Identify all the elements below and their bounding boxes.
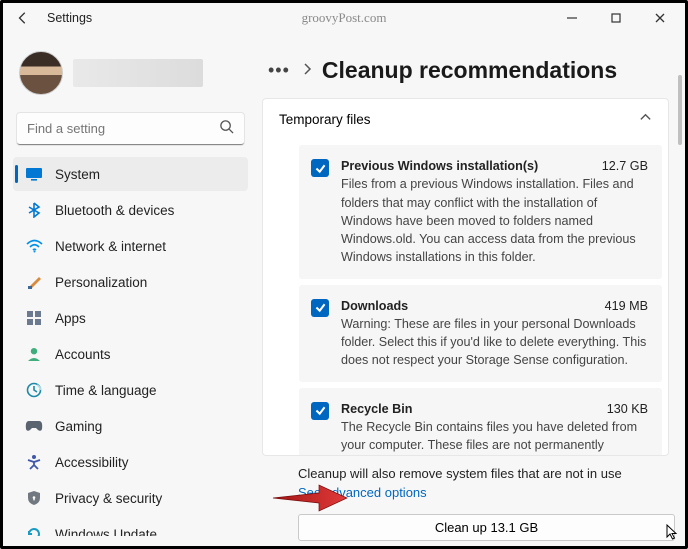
apps-icon	[25, 309, 43, 327]
avatar	[19, 51, 63, 95]
sidebar-item-label: Accounts	[55, 347, 111, 362]
maximize-button[interactable]	[599, 6, 633, 30]
chevron-up-icon	[639, 111, 652, 127]
sidebar-item-label: Bluetooth & devices	[55, 203, 174, 218]
search-input[interactable]	[17, 113, 244, 145]
page-header: ••• Cleanup recommendations	[258, 39, 675, 98]
page-title: Cleanup recommendations	[322, 57, 617, 84]
panel-title: Temporary files	[279, 112, 371, 127]
sidebar-item-label: Apps	[55, 311, 86, 326]
sidebar-item-clock[interactable]: Time & language	[13, 373, 248, 407]
item-size: 12.7 GB	[602, 157, 648, 175]
panel-header[interactable]: Temporary files	[263, 99, 668, 139]
chevron-right-icon	[302, 62, 312, 80]
gaming-icon	[25, 417, 43, 435]
cleanup-item: Previous Windows installation(s) 12.7 GBF…	[299, 145, 662, 279]
minimize-button[interactable]	[555, 6, 589, 30]
privacy-icon	[25, 489, 43, 507]
wifi-icon	[25, 237, 43, 255]
checkbox[interactable]	[311, 299, 329, 317]
sidebar-item-update[interactable]: Windows Update	[13, 517, 248, 536]
clock-icon	[25, 381, 43, 399]
checkbox[interactable]	[311, 159, 329, 177]
sidebar-item-wifi[interactable]: Network & internet	[13, 229, 248, 263]
breadcrumb-more[interactable]: •••	[266, 60, 292, 81]
cleanup-button-label: Clean up 13.1 GB	[435, 520, 538, 535]
brush-icon	[25, 273, 43, 291]
item-desc: Warning: These are files in your persona…	[341, 315, 648, 370]
username-redacted	[73, 59, 203, 87]
accessibility-icon	[25, 453, 43, 471]
sidebar-item-label: Time & language	[55, 383, 157, 398]
cleanup-button[interactable]: Clean up 13.1 GB	[298, 514, 675, 541]
sidebar-item-label: Gaming	[55, 419, 102, 434]
item-size: 130 KB	[607, 400, 648, 418]
items-list[interactable]: Previous Windows installation(s) 12.7 GBF…	[263, 139, 668, 455]
advanced-options-link[interactable]: See advanced options	[258, 481, 675, 510]
cleanup-note: Cleanup will also remove system files th…	[258, 456, 675, 481]
sidebar: System Bluetooth & devices Network & inter…	[3, 33, 258, 546]
system-icon	[25, 165, 43, 183]
sidebar-item-label: Accessibility	[55, 455, 129, 470]
cleanup-item: Downloads 419 MBWarning: These are files …	[299, 285, 662, 382]
item-name: Previous Windows installation(s)	[341, 157, 538, 175]
sidebar-item-accessibility[interactable]: Accessibility	[13, 445, 248, 479]
titlebar: Settings groovyPost.com	[3, 3, 685, 33]
temp-files-panel: Temporary files Previous Windows install…	[262, 98, 669, 456]
profile[interactable]	[13, 43, 248, 109]
cleanup-item: Recycle Bin 130 KBThe Recycle Bin contain…	[299, 388, 662, 456]
sidebar-item-label: Windows Update	[55, 527, 157, 537]
sidebar-item-apps[interactable]: Apps	[13, 301, 248, 335]
account-icon	[25, 345, 43, 363]
search-field[interactable]	[17, 113, 244, 145]
update-icon	[25, 525, 43, 536]
search-icon	[219, 119, 234, 139]
item-name: Downloads	[341, 297, 408, 315]
item-desc: Files from a previous Windows installati…	[341, 175, 648, 266]
sidebar-item-account[interactable]: Accounts	[13, 337, 248, 371]
item-size: 419 MB	[605, 297, 648, 315]
scrollbar-thumb[interactable]	[678, 75, 682, 145]
checkbox[interactable]	[311, 402, 329, 420]
item-desc: The Recycle Bin contains files you have …	[341, 418, 648, 455]
sidebar-item-label: Personalization	[55, 275, 147, 290]
sidebar-item-label: Privacy & security	[55, 491, 162, 506]
sidebar-item-label: Network & internet	[55, 239, 166, 254]
sidebar-item-bluetooth[interactable]: Bluetooth & devices	[13, 193, 248, 227]
main-content: ••• Cleanup recommendations Temporary fi…	[258, 33, 685, 546]
item-name: Recycle Bin	[341, 400, 412, 418]
sidebar-item-system[interactable]: System	[13, 157, 248, 191]
sidebar-item-gaming[interactable]: Gaming	[13, 409, 248, 443]
sidebar-item-label: System	[55, 167, 100, 182]
bluetooth-icon	[25, 201, 43, 219]
back-button[interactable]	[11, 6, 35, 30]
cursor-icon	[666, 524, 680, 543]
sidebar-item-brush[interactable]: Personalization	[13, 265, 248, 299]
watermark: groovyPost.com	[302, 10, 387, 26]
close-button[interactable]	[643, 6, 677, 30]
window-title: Settings	[47, 11, 92, 25]
sidebar-item-privacy[interactable]: Privacy & security	[13, 481, 248, 515]
nav-list: System Bluetooth & devices Network & inter…	[13, 157, 248, 536]
